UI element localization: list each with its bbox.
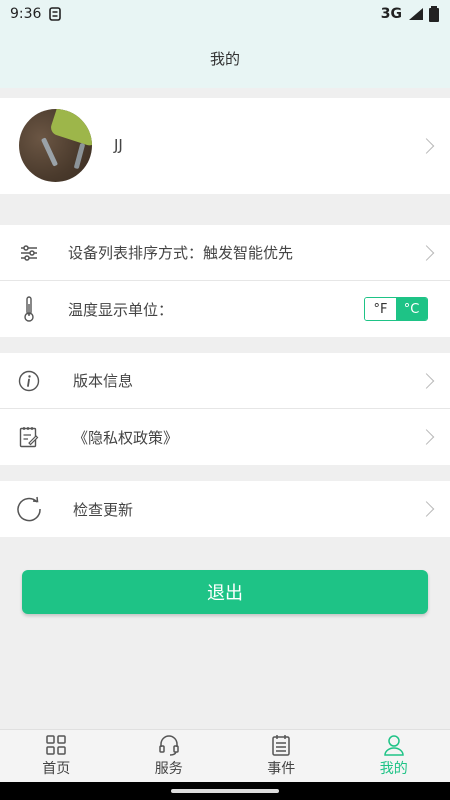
tab-service-label: 服务 <box>154 761 183 777</box>
bottom-tab-bar: 首页 服务 事件 我的 <box>0 729 450 782</box>
document-edit-icon <box>19 427 39 448</box>
tab-home-label: 首页 <box>42 761 71 777</box>
about-card: 版本信息 《隐私权政策》 <box>0 353 450 465</box>
logout-button[interactable]: 退出 <box>22 570 428 614</box>
info-icon <box>18 370 40 391</box>
temp-unit-toggle[interactable]: °F °C <box>364 297 428 321</box>
sort-setting-row[interactable]: 设备列表排序方式：触发智能优先 <box>0 225 450 281</box>
check-update-label: 检查更新 <box>73 500 134 519</box>
system-nav-bar <box>0 782 450 800</box>
status-bar: 9:36 3G <box>0 0 450 28</box>
tab-home[interactable]: 首页 <box>0 730 113 782</box>
sliders-icon <box>21 244 37 261</box>
headset-icon <box>159 735 179 756</box>
privacy-policy-row[interactable]: 《隐私权政策》 <box>0 409 450 465</box>
chevron-right-icon <box>418 138 435 154</box>
check-update-row[interactable]: 检查更新 <box>0 481 450 537</box>
status-time: 9:36 <box>10 6 42 22</box>
temp-unit-row: 温度显示单位： °F °C <box>0 281 450 337</box>
avatar <box>19 109 92 182</box>
fahrenheit-option[interactable]: °F <box>365 298 396 320</box>
profile-card[interactable]: JJ <box>0 98 450 194</box>
notification-icon <box>49 7 62 21</box>
calendar-icon <box>272 735 290 756</box>
user-icon <box>383 735 404 756</box>
privacy-policy-label: 《隐私权政策》 <box>73 428 179 447</box>
network-type: 3G <box>380 6 402 22</box>
page-header: 我的 <box>0 28 450 88</box>
tab-events-label: 事件 <box>267 761 296 777</box>
celsius-option[interactable]: °C <box>396 298 427 320</box>
refresh-icon <box>17 496 41 522</box>
version-info-label: 版本信息 <box>73 372 134 390</box>
battery-icon <box>429 6 439 22</box>
sort-setting-label: 设备列表排序方式：触发智能优先 <box>68 244 294 262</box>
home-gesture-handle[interactable] <box>171 789 279 793</box>
grid-icon <box>46 735 66 755</box>
signal-icon <box>409 8 423 20</box>
settings-card: 设备列表排序方式：触发智能优先 温度显示单位： °F °C <box>0 225 450 337</box>
update-card: 检查更新 <box>0 481 450 537</box>
version-info-row[interactable]: 版本信息 <box>0 353 450 409</box>
page-title: 我的 <box>209 49 240 68</box>
profile-name: JJ <box>114 136 123 154</box>
tab-service[interactable]: 服务 <box>113 730 226 782</box>
tab-events[interactable]: 事件 <box>225 730 338 782</box>
tab-mine-label: 我的 <box>379 761 408 777</box>
tab-mine[interactable]: 我的 <box>338 730 450 782</box>
thermometer-icon <box>24 296 34 322</box>
